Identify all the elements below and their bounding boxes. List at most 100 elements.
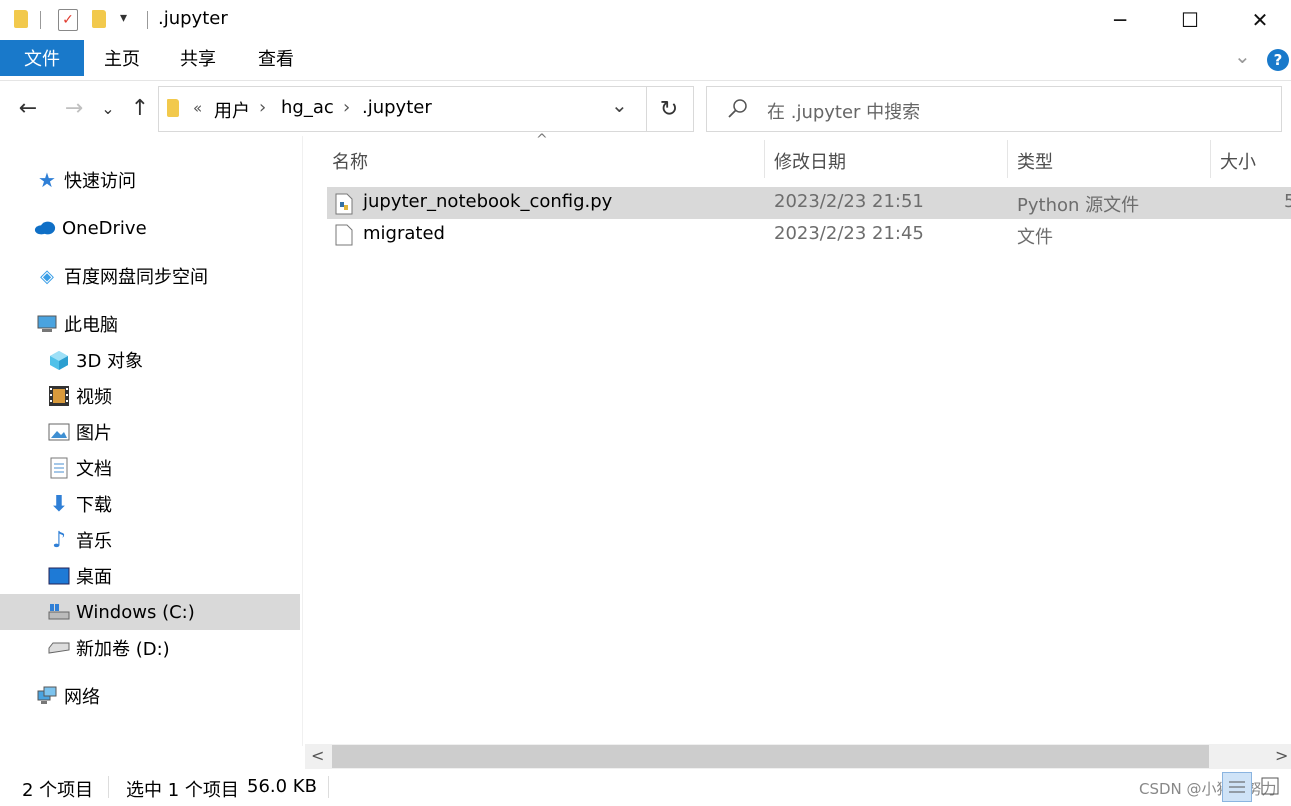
nav-documents[interactable]: 文档: [48, 450, 112, 486]
tab-view[interactable]: 查看: [244, 40, 308, 76]
item-count: 2 个项目: [22, 780, 94, 801]
file-row-selected[interactable]: jupyter_notebook_config.py 2023/2/23 21:…: [327, 187, 1291, 219]
column-divider[interactable]: [1007, 140, 1008, 178]
nav-label: 音乐: [76, 531, 112, 552]
nav-baidu-sync[interactable]: ◈ 百度网盘同步空间: [36, 258, 208, 294]
sort-indicator-icon: ^: [536, 132, 548, 148]
crumb-users[interactable]: 用户: [214, 97, 250, 123]
address-dropdown-icon[interactable]: ⌄: [611, 93, 628, 117]
back-button[interactable]: ←: [12, 92, 44, 124]
file-modified: 2023/2/23 21:51: [774, 191, 924, 212]
crumb-separator[interactable]: ›: [259, 97, 266, 118]
nav-this-pc[interactable]: 此电脑: [36, 306, 118, 342]
baidu-netdisk-icon: ◈: [40, 265, 54, 287]
status-bar: 2 个项目 选中 1 个项目 56.0 KB CSDN @小猪在努力: [0, 770, 1291, 805]
nav-desktop[interactable]: 桌面: [48, 558, 112, 594]
nav-label: Windows (C:): [76, 601, 195, 623]
tab-share[interactable]: 共享: [166, 40, 230, 76]
help-icon[interactable]: ?: [1267, 49, 1289, 71]
maximize-button[interactable]: ☐: [1155, 0, 1225, 40]
column-header-type[interactable]: 类型: [1017, 148, 1053, 174]
details-view-icon: [1229, 781, 1245, 793]
music-note-icon: ♪: [51, 527, 67, 553]
nav-music[interactable]: ♪ 音乐: [48, 522, 112, 558]
divider: [108, 776, 109, 798]
file-type: 文件: [1017, 227, 1053, 248]
nav-videos[interactable]: 视频: [48, 378, 112, 414]
file-name[interactable]: migrated: [363, 223, 445, 244]
nav-label: 百度网盘同步空间: [64, 267, 208, 288]
scroll-left-button[interactable]: <: [311, 746, 324, 765]
crumb-jupyter[interactable]: .jupyter: [362, 97, 432, 118]
column-header-name[interactable]: 名称: [332, 148, 368, 174]
close-button[interactable]: ✕: [1225, 0, 1291, 40]
search-icon: [728, 99, 747, 118]
nav-network[interactable]: 网络: [36, 678, 100, 714]
file-modified: 2023/2/23 21:45: [774, 223, 924, 244]
column-divider[interactable]: [764, 140, 765, 178]
search-box[interactable]: 在 .jupyter 中搜索: [706, 86, 1282, 132]
search-input[interactable]: 在 .jupyter 中搜索: [767, 98, 920, 124]
cloud-icon: [34, 217, 56, 239]
horizontal-scrollbar[interactable]: < >: [305, 744, 1291, 769]
desktop-icon: [48, 565, 70, 587]
crumb-hg-ac[interactable]: hg_ac: [281, 97, 334, 118]
folder-icon: [167, 99, 179, 117]
picture-icon: [48, 421, 70, 443]
nav-pictures[interactable]: 图片: [48, 414, 112, 450]
nav-onedrive[interactable]: OneDrive: [34, 210, 147, 246]
computer-icon: [36, 313, 58, 335]
tab-file[interactable]: 文件: [0, 40, 84, 76]
selection-count: 选中 1 个项目: [126, 780, 239, 801]
nav-label: 网络: [64, 687, 100, 708]
large-icons-view-button[interactable]: [1256, 772, 1284, 800]
address-bar[interactable]: « 用户 › hg_ac › .jupyter ⌄: [158, 86, 647, 132]
column-header-modified[interactable]: 修改日期: [774, 148, 846, 174]
crumb-overflow[interactable]: «: [193, 99, 202, 117]
new-folder-icon[interactable]: [92, 10, 106, 28]
nav-label: 3D 对象: [76, 351, 144, 372]
divider: [147, 11, 148, 29]
file-size: 5: [1284, 191, 1291, 212]
navigation-pane: ★ 快速访问 OneDrive ◈ 百度网盘同步空间 此电脑 3D 对象 视频 …: [0, 136, 303, 746]
nav-3d-objects[interactable]: 3D 对象: [48, 342, 143, 378]
nav-label: 此电脑: [64, 315, 118, 336]
ribbon-expand-icon[interactable]: ⌄: [1234, 44, 1251, 68]
document-icon: [48, 457, 70, 479]
nav-label: 下载: [76, 495, 112, 516]
file-row[interactable]: migrated 2023/2/23 21:45 文件: [327, 219, 1291, 251]
cube-icon: [48, 349, 70, 371]
minimize-button[interactable]: ─: [1085, 0, 1155, 40]
file-name[interactable]: jupyter_notebook_config.py: [363, 191, 612, 212]
customize-toolbar-icon[interactable]: ▾: [120, 10, 127, 26]
nav-label: 桌面: [76, 567, 112, 588]
nav-downloads[interactable]: ⬇ 下载: [48, 486, 112, 522]
properties-icon[interactable]: ✓: [58, 9, 78, 31]
nav-quick-access[interactable]: ★ 快速访问: [36, 162, 136, 198]
file-icon: [335, 224, 353, 246]
film-icon: [48, 385, 70, 407]
network-icon: [36, 685, 58, 707]
selection-size: 56.0 KB: [247, 776, 317, 797]
pane-divider: [302, 136, 303, 746]
forward-button[interactable]: →: [58, 92, 90, 124]
column-divider[interactable]: [1210, 140, 1211, 178]
tab-home[interactable]: 主页: [90, 40, 154, 76]
file-type: Python 源文件: [1017, 195, 1140, 216]
refresh-button[interactable]: ↻: [645, 86, 694, 132]
nav-label: 新加卷 (D:): [76, 639, 170, 660]
details-view-button[interactable]: [1222, 772, 1252, 802]
scrollbar-thumb[interactable]: [332, 745, 1209, 768]
nav-drive-d[interactable]: 新加卷 (D:): [48, 630, 170, 666]
scroll-right-button[interactable]: >: [1275, 746, 1288, 765]
windows-drive-icon: [48, 601, 70, 623]
nav-label: 快速访问: [64, 171, 136, 192]
recent-locations-button[interactable]: ⌄: [94, 92, 122, 124]
column-header-size[interactable]: 大小: [1220, 148, 1256, 174]
python-file-icon: [335, 193, 353, 215]
up-button[interactable]: ↑: [124, 92, 156, 124]
crumb-separator[interactable]: ›: [343, 97, 350, 118]
ribbon: 文件 主页 共享 查看 ⌄ ?: [0, 40, 1291, 81]
nav-drive-c[interactable]: Windows (C:): [48, 594, 195, 630]
nav-label: OneDrive: [62, 217, 147, 239]
